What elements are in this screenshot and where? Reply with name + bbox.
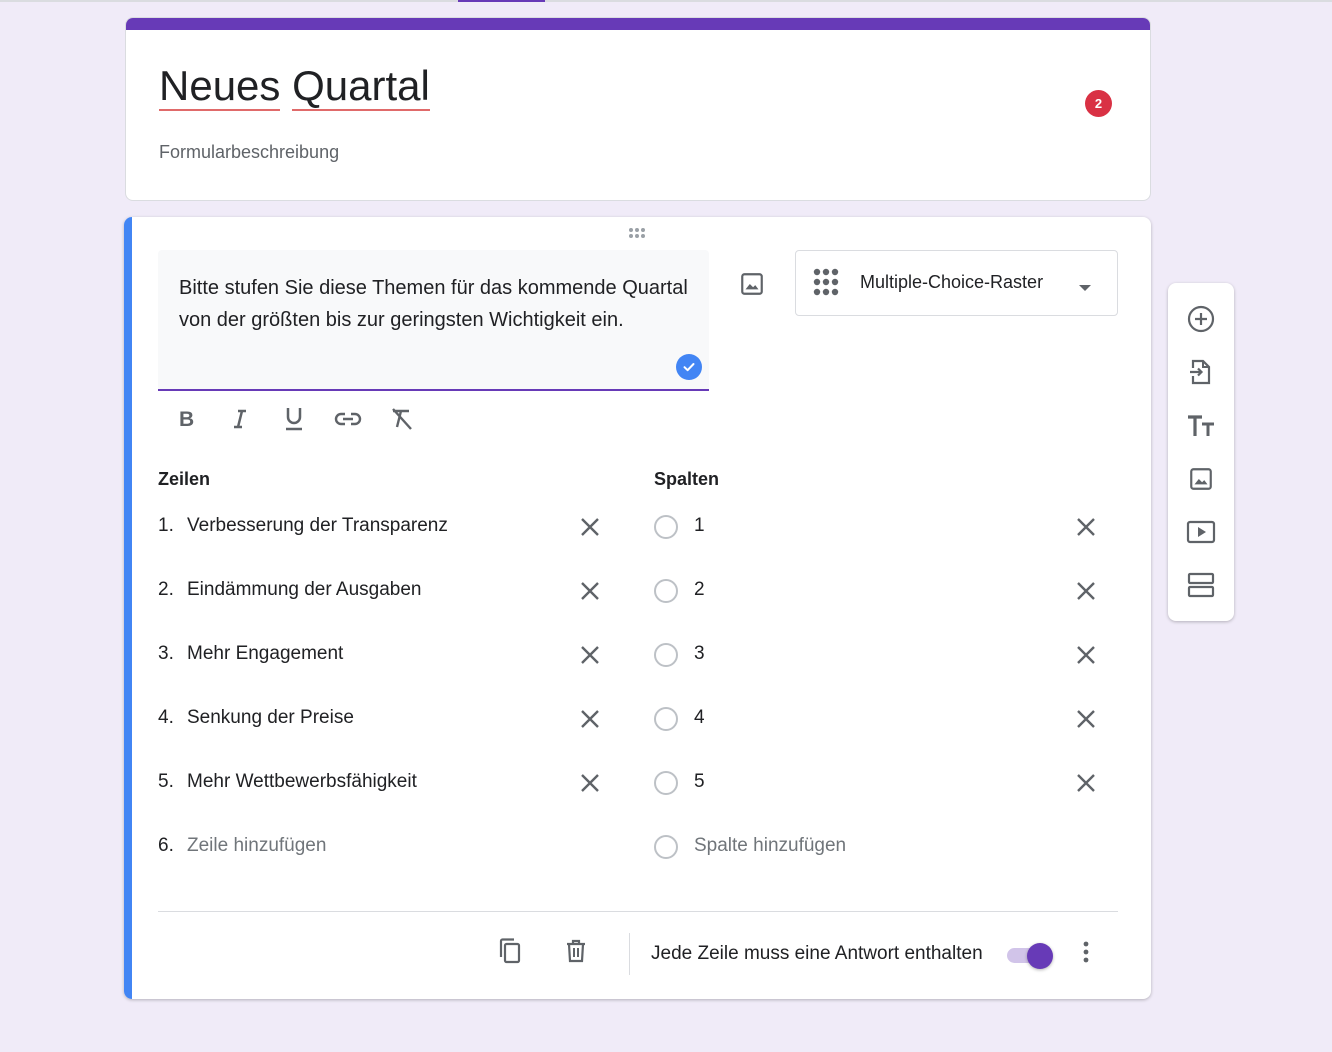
form-title-word: Quartal [292,62,430,111]
header-accent-bar [126,18,1150,30]
add-image-icon[interactable] [1185,463,1217,495]
question-type-label: Multiple-Choice-Raster [860,272,1044,292]
footer-divider [158,911,1118,912]
grid-icon [812,267,844,304]
duplicate-icon[interactable] [494,935,526,967]
remove-row-icon[interactable] [574,703,606,735]
add-column-label[interactable]: Spalte hinzufügen [694,835,846,857]
row-label[interactable]: Eindämmung der Ausgaben [187,579,422,601]
clear-format-icon[interactable] [386,403,418,435]
row-label[interactable]: Senkung der Preise [187,707,354,729]
row-item[interactable]: 4. Senkung der Preise [158,687,608,751]
italic-icon[interactable] [224,403,256,435]
remove-column-icon[interactable] [1070,511,1102,543]
row-label[interactable]: Mehr Wettbewerbsfähigkeit [187,771,417,793]
radio-icon [654,643,678,667]
question-text: Bitte stufen Sie diese Themen für das ko… [179,277,688,331]
column-item[interactable]: 5 [654,751,1104,815]
remove-row-icon[interactable] [574,575,606,607]
required-label: Jede Zeile muss eine Antwort enthalten [651,943,983,964]
column-item[interactable]: 4 [654,687,1104,751]
remove-column-icon[interactable] [1070,767,1102,799]
column-label[interactable]: 4 [694,707,705,729]
row-label[interactable]: Verbesserung der Transparenz [187,515,448,537]
toggle-thumb [1027,943,1053,969]
row-label[interactable]: Mehr Engagement [187,643,343,665]
add-row-label[interactable]: Zeile hinzufügen [187,835,326,857]
add-title-icon[interactable] [1185,410,1217,442]
link-icon[interactable] [332,403,364,435]
active-tab-indicator [458,0,545,2]
underline-icon[interactable] [278,403,310,435]
form-title[interactable]: Neues Quartal [159,60,430,112]
column-item[interactable]: 3 [654,623,1104,687]
question-text-field[interactable]: Bitte stufen Sie diese Themen für das ko… [158,250,709,391]
radio-icon [654,707,678,731]
column-item[interactable]: 1 [654,495,1104,559]
columns-heading: Spalten [654,469,720,489]
add-question-icon[interactable] [1185,303,1217,335]
drag-handle-icon[interactable] [627,227,651,241]
footer-separator [629,933,630,975]
row-item[interactable]: 1. Verbesserung der Transparenz [158,495,608,559]
radio-icon [654,835,678,859]
form-title-word: Neues [159,62,281,111]
remove-column-icon[interactable] [1070,703,1102,735]
column-label[interactable]: 3 [694,643,705,665]
format-toolbar: B [170,403,418,435]
question-type-select[interactable]: Multiple-Choice-Raster [795,250,1118,316]
remove-row-icon[interactable] [574,767,606,799]
add-section-icon[interactable] [1185,569,1217,601]
add-image-icon[interactable] [736,268,768,300]
delete-icon[interactable] [560,935,592,967]
row-number: 2. [158,579,174,600]
question-card[interactable]: Bitte stufen Sie diese Themen für das ko… [124,217,1151,999]
more-vert-icon[interactable] [1072,936,1100,968]
remove-row-icon[interactable] [574,511,606,543]
form-header-card: Neues Quartal 2 Formularbeschreibung [125,17,1151,201]
spellcheck-badge[interactable]: 2 [1085,90,1112,117]
active-question-bar [124,217,132,999]
remove-column-icon[interactable] [1070,639,1102,671]
row-number: 1. [158,515,174,536]
row-item[interactable]: 5. Mehr Wettbewerbsfähigkeit [158,751,608,815]
column-item[interactable]: 2 [654,559,1104,623]
radio-icon [654,515,678,539]
column-label[interactable]: 5 [694,771,705,793]
column-label[interactable]: 1 [694,515,705,537]
row-item[interactable]: 2. Eindämmung der Ausgaben [158,559,608,623]
row-number: 6. [158,835,174,856]
add-row-item[interactable]: 6. Zeile hinzufügen [158,815,608,879]
row-number: 5. [158,771,174,792]
check-icon [676,354,702,380]
add-video-icon[interactable] [1185,516,1217,548]
form-description[interactable]: Formularbeschreibung [159,142,339,163]
bold-icon[interactable]: B [170,403,202,435]
top-border [0,0,1332,2]
radio-icon [654,771,678,795]
row-number: 4. [158,707,174,728]
remove-row-icon[interactable] [574,639,606,671]
remove-column-icon[interactable] [1070,575,1102,607]
required-toggle[interactable] [1005,943,1053,969]
side-toolbar [1168,283,1234,621]
row-number: 3. [158,643,174,664]
add-column-item[interactable]: Spalte hinzufügen [654,815,1104,879]
rows-heading: Zeilen [158,469,211,489]
chevron-down-icon [1078,279,1092,297]
svg-text:B: B [179,408,194,430]
row-item[interactable]: 3. Mehr Engagement [158,623,608,687]
import-questions-icon[interactable] [1185,356,1217,388]
radio-icon [654,579,678,603]
column-label[interactable]: 2 [694,579,705,601]
